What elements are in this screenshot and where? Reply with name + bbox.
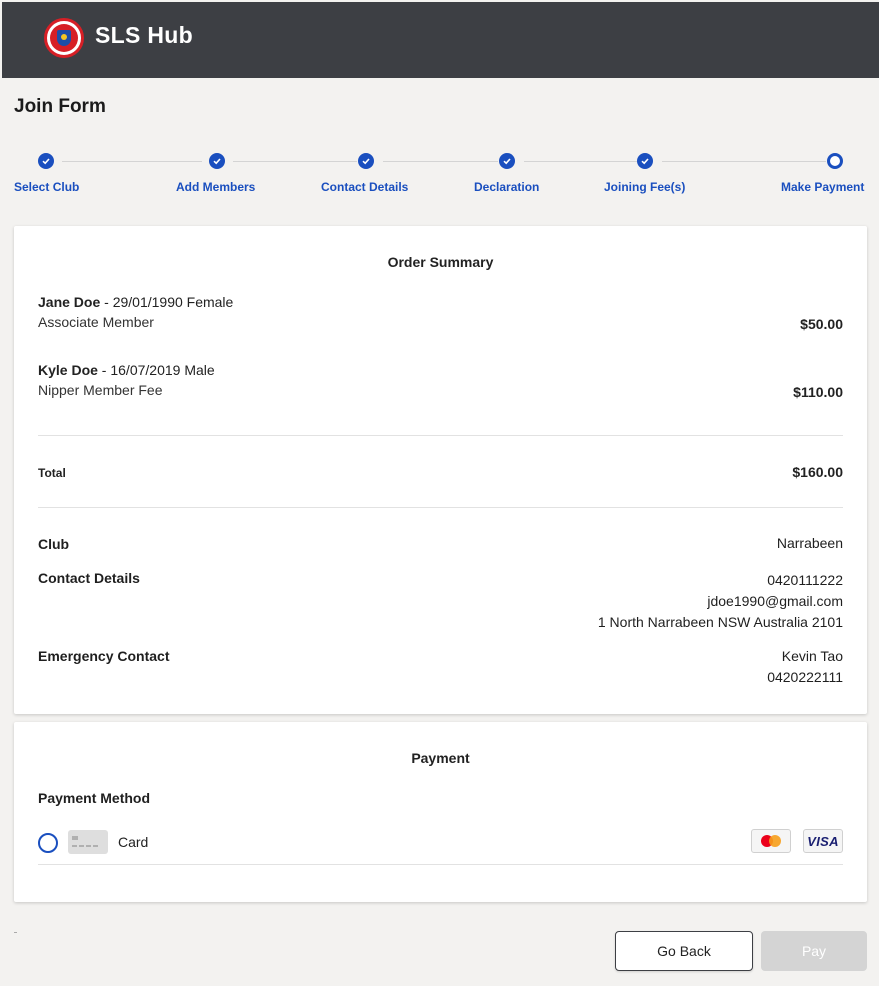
step-label-declaration: Declaration (474, 180, 540, 194)
step-label-contact-details: Contact Details (321, 180, 409, 194)
go-back-button[interactable]: Go Back (615, 931, 753, 971)
emergency-phone: 0420222111 (767, 669, 843, 685)
member-1-membership: Associate Member (38, 314, 154, 330)
step-label-joining-fees: Joining Fee(s) (604, 180, 686, 194)
total-label: Total (38, 466, 66, 480)
contact-details-label: Contact Details (38, 570, 140, 586)
pay-button[interactable]: Pay (761, 931, 867, 971)
member-2-membership: Nipper Member Fee (38, 382, 163, 398)
step-label-make-payment: Make Payment (781, 180, 865, 194)
step-1-check-icon (38, 153, 54, 169)
visa-logo-text: VISA (807, 833, 839, 849)
brand-name[interactable]: SLS Hub (95, 22, 193, 49)
step-connector (62, 161, 202, 162)
credit-card-icon (68, 830, 108, 854)
member-1-details: - 29/01/1990 Female (100, 294, 234, 310)
mastercard-icon (751, 829, 791, 853)
member-1-price: $50.00 (800, 316, 843, 332)
emergency-contact-values: Kevin Tao 0420222111 (767, 646, 843, 688)
member-2-name: Kyle Doe (38, 362, 98, 378)
emergency-contact-label: Emergency Contact (38, 648, 170, 664)
contact-details-values: 0420111222 jdoe1990@gmail.com 1 North Na… (598, 570, 843, 633)
contact-email: jdoe1990@gmail.com (707, 593, 843, 609)
payment-card: Payment Payment Method Card VISA (14, 722, 867, 902)
member-1-name: Jane Doe (38, 294, 101, 310)
club-value: Narrabeen (776, 535, 843, 551)
step-6-current-icon (827, 153, 843, 169)
step-5-check-icon (637, 153, 653, 169)
payment-title: Payment (411, 750, 470, 766)
payment-method-label: Payment Method (38, 790, 151, 806)
visa-icon: VISA (803, 829, 843, 853)
progress-stepper: Select Club Add Members Contact Details … (2, 152, 879, 202)
page-title: Join Form (14, 96, 106, 117)
emergency-name: Kevin Tao (781, 648, 843, 664)
contact-address: 1 North Narrabeen NSW Australia 2101 (597, 614, 843, 630)
contact-phone: 0420111222 (767, 572, 843, 588)
step-connector (524, 161, 637, 162)
divider (38, 864, 843, 865)
top-bar: SLS Hub (2, 2, 879, 78)
app-frame: SLS Hub Join Form Select Club Add Member… (2, 2, 879, 986)
member-1-line: Jane Doe - 29/01/1990 Female (38, 294, 233, 310)
card-radio-button[interactable] (38, 833, 58, 853)
order-summary-title: Order Summary (387, 254, 494, 270)
member-2-line: Kyle Doe - 16/07/2019 Male (38, 362, 215, 378)
card-option-label[interactable]: Card (118, 834, 148, 850)
step-label-select-club: Select Club (14, 180, 80, 194)
sls-logo-icon[interactable] (44, 18, 84, 58)
member-2-details: - 16/07/2019 Male (97, 362, 215, 378)
step-2-check-icon (209, 153, 225, 169)
club-label: Club (38, 536, 70, 552)
divider (38, 507, 843, 508)
step-connector (383, 161, 498, 162)
step-connector (233, 161, 357, 162)
step-3-check-icon (358, 153, 374, 169)
step-label-add-members: Add Members (176, 180, 256, 194)
order-summary-card: Order Summary Jane Doe - 29/01/1990 Fema… (14, 226, 867, 714)
member-2-price: $110.00 (793, 384, 843, 400)
total-value: $160.00 (792, 464, 843, 480)
divider (38, 435, 843, 436)
step-4-check-icon (499, 153, 515, 169)
decorative-mark (14, 932, 17, 933)
step-connector (662, 161, 826, 162)
